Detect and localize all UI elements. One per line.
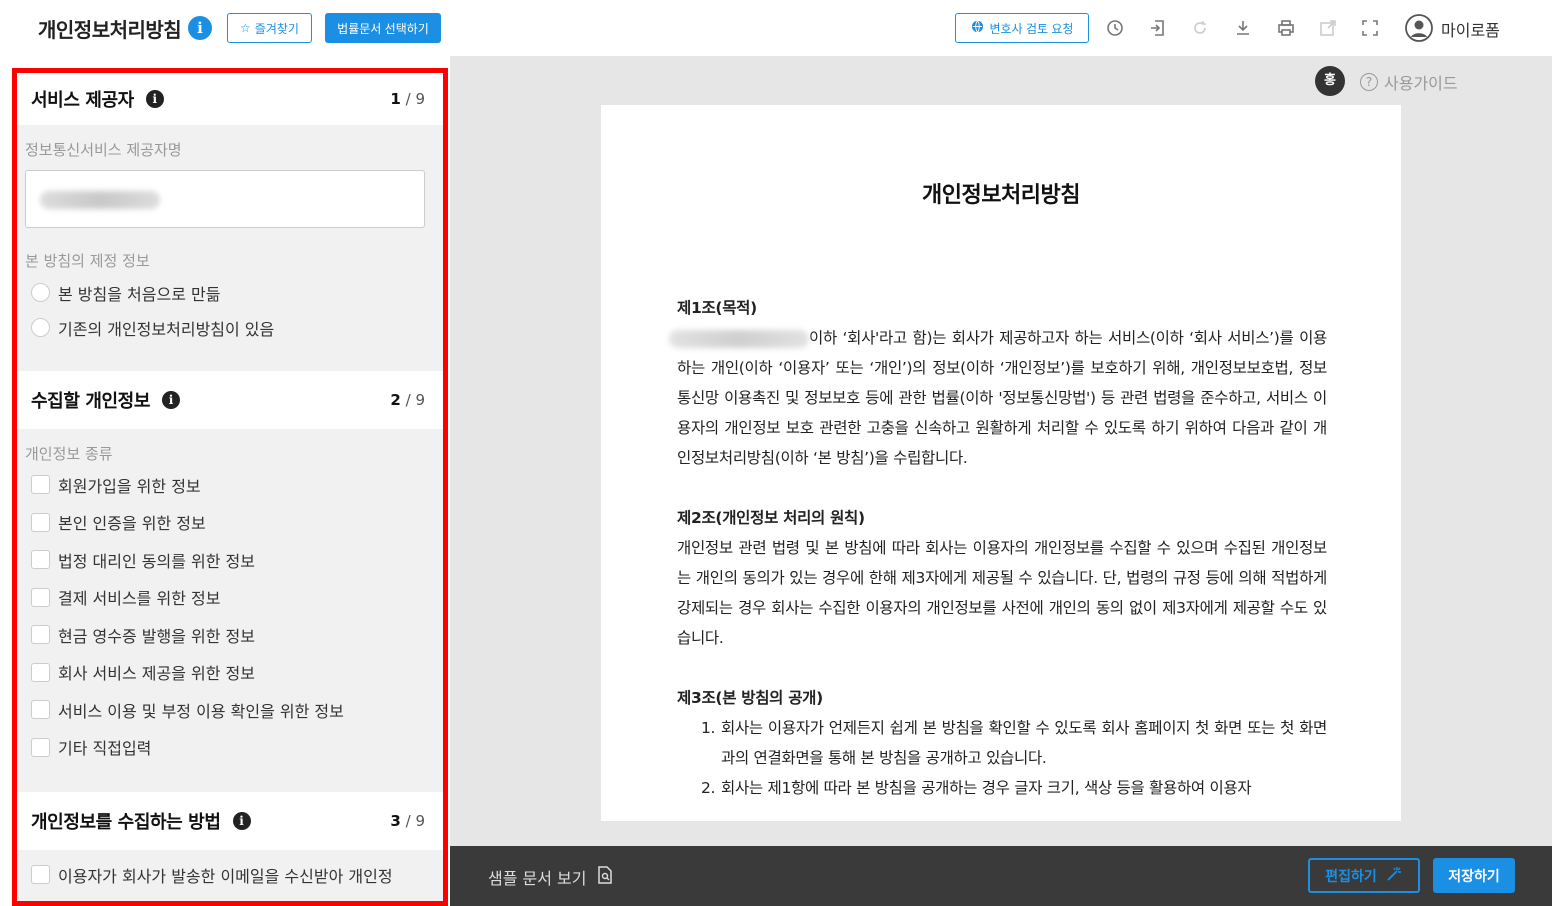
- step-counter: 1 / 9: [390, 90, 425, 108]
- magic-wand-icon: [1385, 865, 1403, 886]
- download-icon[interactable]: [1233, 18, 1253, 38]
- top-header: 개인정보처리방침 i ☆ 즐겨찾기 법률문서 선택하기 변호사 검토 요청 마이…: [0, 0, 1552, 56]
- document-page: 개인정보처리방침 제1조(목적) 이하 ‘회사'라고 함)는 회사가 제공하고자…: [601, 105, 1401, 821]
- checkbox[interactable]: [31, 475, 50, 495]
- info-icon[interactable]: i: [162, 391, 180, 409]
- checkbox-option[interactable]: 기타 직접입력: [25, 729, 435, 767]
- checkbox-option[interactable]: 법정 대리인 동의를 위한 정보: [25, 541, 435, 579]
- print-icon[interactable]: [1276, 18, 1296, 38]
- section-header-collected-info[interactable]: 수집할 개인정보 i 2 / 9: [17, 371, 443, 429]
- import-icon[interactable]: [1148, 18, 1168, 38]
- article-text: 개인정보 관련 법령 및 본 방침에 따라 회사는 이용자의 개인정보를 수집할…: [677, 539, 1327, 647]
- info-kind-label: 개인정보 종류: [25, 445, 113, 463]
- question-icon: ?: [1360, 73, 1378, 91]
- form-panel: 서비스 제공자 i 1 / 9 정보통신서비스 제공자명 본 방침의 제정 정보…: [12, 68, 448, 906]
- section-header-service-provider[interactable]: 서비스 제공자 i 1 / 9: [17, 73, 443, 125]
- info-icon[interactable]: i: [145, 90, 164, 108]
- article-text: 이하 ‘회사'라고 함)는 회사가 제공하고자 하는 서비스(이하 ‘회사 서비…: [669, 323, 1327, 473]
- step-counter: 3 / 9: [390, 812, 425, 830]
- sample-document-link[interactable]: 샘플 문서 보기: [488, 865, 613, 889]
- checkbox[interactable]: [31, 865, 50, 885]
- document-title: 개인정보처리방침: [922, 183, 1080, 208]
- bottom-action-bar: 샘플 문서 보기 편집하기 저장하기: [450, 846, 1552, 906]
- star-icon: ☆: [240, 21, 251, 35]
- radio-button[interactable]: [31, 283, 50, 302]
- edit-button[interactable]: 편집하기: [1308, 858, 1420, 893]
- user-name[interactable]: 마이로폼: [1441, 17, 1500, 41]
- info-icon[interactable]: i: [188, 16, 212, 40]
- checkbox-option[interactable]: 본인 인증을 위한 정보: [25, 504, 435, 542]
- policy-info-label: 본 방침의 제정 정보: [25, 252, 150, 270]
- guide-label: 사용가이드: [1384, 74, 1458, 93]
- section-divider: [17, 780, 443, 792]
- save-button[interactable]: 저장하기: [1433, 858, 1515, 893]
- history-icon[interactable]: [1105, 18, 1125, 38]
- section-header-collection-method[interactable]: 개인정보를 수집하는 방법 i 3 / 9: [17, 792, 443, 850]
- section-title: 수집할 개인정보: [31, 391, 150, 412]
- article-heading: 제3조(본 방침의 공개): [677, 689, 823, 707]
- edit-label: 편집하기: [1325, 867, 1377, 884]
- info-icon[interactable]: i: [232, 812, 251, 830]
- section-body-service-provider: 정보통신서비스 제공자명 본 방침의 제정 정보 본 방침을 처음으로 만듦 기…: [17, 125, 443, 359]
- favorite-button[interactable]: ☆ 즐겨찾기: [227, 13, 312, 43]
- radio-option[interactable]: 본 방침을 처음으로 만듦: [25, 275, 435, 310]
- blurred-value: [40, 191, 160, 209]
- section-title: 서비스 제공자: [31, 90, 134, 111]
- radio-option[interactable]: 기존의 개인정보처리방침이 있음: [25, 310, 435, 345]
- article-heading: 제2조(개인정보 처리의 원칙): [677, 509, 865, 527]
- checkbox[interactable]: [31, 550, 50, 570]
- lawyer-review-button[interactable]: 변호사 검토 요청: [955, 13, 1089, 43]
- checkbox[interactable]: [31, 700, 50, 720]
- external-link-icon[interactable]: [1318, 18, 1338, 38]
- document-search-icon: [597, 866, 613, 888]
- checkbox[interactable]: [31, 625, 50, 645]
- refresh-icon[interactable]: [1190, 18, 1210, 38]
- checkbox-option[interactable]: 현금 영수증 발행을 위한 정보: [25, 616, 435, 654]
- checkbox-option[interactable]: 결제 서비스를 위한 정보: [25, 579, 435, 617]
- step-counter: 2 / 9: [390, 391, 425, 409]
- list-item: 1. 회사는 이용자가 언제든지 쉽게 본 방침을 확인할 수 있도록 회사 홈페…: [701, 719, 1327, 767]
- checkbox-option[interactable]: 회사 서비스 제공을 위한 정보: [25, 654, 435, 692]
- sample-label: 샘플 문서 보기: [488, 869, 587, 888]
- select-legal-doc-button[interactable]: 법률문서 선택하기: [325, 13, 441, 43]
- section-body-collection-method: 이용자가 회사가 발송한 이메일을 수신받아 개인정: [17, 850, 443, 901]
- radio-button[interactable]: [31, 318, 50, 337]
- provider-name-label: 정보통신서비스 제공자명: [25, 141, 182, 159]
- checkbox[interactable]: [31, 512, 50, 532]
- checkbox[interactable]: [31, 662, 50, 682]
- user-avatar-icon[interactable]: [1405, 14, 1433, 42]
- provider-name-input[interactable]: [25, 170, 425, 228]
- user-guide-link[interactable]: ? 사용가이드: [1360, 70, 1458, 94]
- article-heading: 제1조(목적): [677, 299, 757, 317]
- article-list: 1. 회사는 이용자가 언제든지 쉽게 본 방침을 확인할 수 있도록 회사 홈페…: [677, 713, 1327, 803]
- document-body: 제1조(목적) 이하 ‘회사'라고 함)는 회사가 제공하고자 하는 서비스(이…: [669, 293, 1327, 803]
- favorite-label: 즐겨찾기: [254, 21, 299, 36]
- section-body-collected-info: 개인정보 종류 회원가입을 위한 정보 본인 인증을 위한 정보 법정 대리인 …: [17, 429, 443, 780]
- section-divider: [17, 359, 443, 371]
- blurred-company-name: [669, 329, 809, 348]
- section-title: 개인정보를 수집하는 방법: [31, 812, 221, 833]
- list-item: 2. 회사는 제1항에 따라 본 방침을 공개하는 경우 글자 크기, 색상 등을…: [701, 779, 1252, 797]
- checkbox-option[interactable]: 서비스 이용 및 부정 이용 확인을 위한 정보: [25, 691, 435, 729]
- checkbox[interactable]: [31, 587, 50, 607]
- user-badge[interactable]: 홍: [1315, 66, 1345, 96]
- fullscreen-icon[interactable]: [1360, 18, 1380, 38]
- checkbox[interactable]: [31, 737, 50, 757]
- lawyer-review-label: 변호사 검토 요청: [989, 21, 1074, 36]
- checkbox-option[interactable]: 회원가입을 위한 정보: [25, 466, 435, 504]
- checkbox-option[interactable]: 이용자가 회사가 발송한 이메일을 수신받아 개인정: [25, 856, 435, 894]
- page-title: 개인정보처리방침: [38, 18, 182, 42]
- globe-icon: [971, 20, 984, 36]
